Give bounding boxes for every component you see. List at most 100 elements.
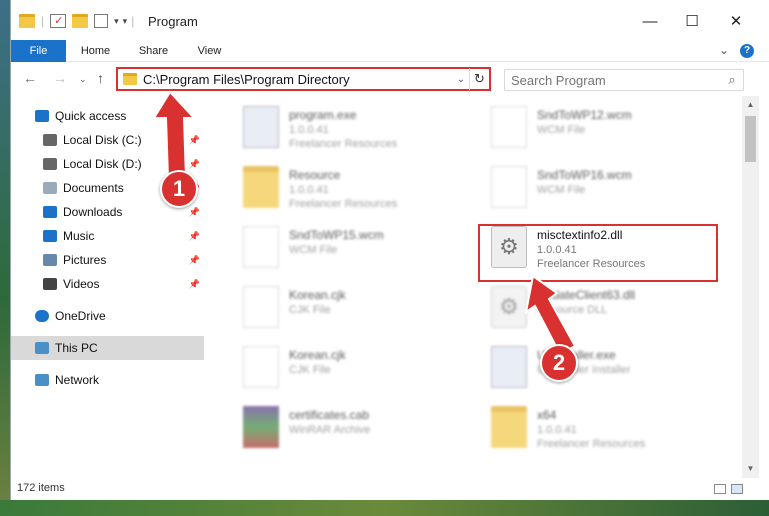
file-name: SndToWP12.wcm	[537, 108, 632, 122]
document-icon	[491, 166, 527, 208]
application-icon	[243, 106, 279, 148]
highlight-box	[478, 224, 718, 282]
file-item[interactable]: SndToWP15.wcm WCM File	[221, 220, 456, 276]
quick-access-toolbar: | ✓ ▾ ▾ |	[19, 12, 134, 30]
sidebar-item-downloads[interactable]: Downloads 📌	[11, 200, 204, 224]
file-detail: WCM File	[537, 184, 586, 196]
sidebar-item-network[interactable]: Network	[11, 368, 204, 392]
sidebar-item-onedrive[interactable]: OneDrive	[11, 304, 204, 328]
file-name: Resource	[289, 168, 341, 182]
application-icon	[491, 346, 527, 388]
sidebar-item-this-pc[interactable]: This PC	[11, 336, 204, 360]
pin-icon[interactable]: 📌	[189, 279, 200, 290]
tiles-view-icon[interactable]	[731, 484, 743, 494]
close-button[interactable]: ✕	[716, 8, 756, 36]
sidebar-item-label: Pictures	[63, 253, 107, 267]
refresh-icon[interactable]: ↻	[469, 68, 489, 90]
scroll-up-icon[interactable]: ▲	[742, 100, 759, 109]
recent-locations-icon[interactable]: ⌄	[79, 74, 87, 85]
scrollbar-thumb[interactable]	[745, 116, 756, 162]
network-icon	[35, 374, 49, 386]
chevron-down-icon[interactable]: ▾	[114, 16, 119, 27]
file-detail: Freelancer Resources	[289, 138, 398, 150]
explorer-window: | ✓ ▾ ▾ | Program — ☐ ✕ File Home Share …	[10, 0, 769, 500]
scroll-down-icon[interactable]: ▼	[742, 464, 759, 473]
file-name: UpdateClient63.dll	[537, 288, 636, 302]
file-item[interactable]: x64 1.0.0.41 Freelancer Resources	[469, 400, 704, 456]
music-icon	[43, 230, 57, 242]
document-icon	[491, 106, 527, 148]
address-path[interactable]: C:\Program Files\Program Directory	[143, 72, 453, 87]
star-icon	[35, 110, 49, 122]
properties-icon[interactable]: ✓	[50, 14, 67, 28]
sidebar-item-local-disk-d[interactable]: Local Disk (D:) 📌	[11, 152, 204, 176]
up-button[interactable]: ↑	[97, 70, 104, 86]
minimize-button[interactable]: —	[630, 8, 670, 36]
sidebar-item-label: OneDrive	[55, 309, 106, 323]
file-detail: WCM File	[537, 124, 586, 136]
file-item[interactable]: Korean.cjk CJK File	[221, 280, 456, 336]
sidebar-item-music[interactable]: Music 📌	[11, 224, 204, 248]
file-detail: Uninstaller Installer	[537, 364, 631, 376]
sidebar-item-label: This PC	[55, 341, 98, 355]
tab-file[interactable]: File	[11, 40, 66, 62]
tab-home[interactable]: Home	[73, 40, 118, 62]
view-options-icon[interactable]	[94, 14, 109, 28]
file-item[interactable]: SndToWP12.wcm WCM File	[469, 100, 704, 156]
file-item[interactable]: program.exe 1.0.0.41 Freelancer Resources	[221, 100, 456, 156]
file-item[interactable]: Uninstaller.exe Uninstaller Installer	[469, 340, 704, 396]
file-name: x64	[537, 408, 557, 422]
expand-ribbon-icon[interactable]: ⌄	[719, 43, 729, 57]
details-view-icon[interactable]	[714, 484, 726, 494]
tab-view[interactable]: View	[187, 40, 232, 62]
title-bar: | ✓ ▾ ▾ | Program — ☐ ✕	[11, 0, 769, 40]
pin-icon[interactable]: 📌	[189, 135, 200, 146]
chevron-down-icon[interactable]: ⌄	[453, 74, 469, 85]
desktop-background	[0, 0, 10, 500]
address-bar[interactable]: C:\Program Files\Program Directory ⌄ ↻	[116, 67, 491, 91]
file-item[interactable]: certificates.cab WinRAR Archive	[221, 400, 456, 456]
file-item[interactable]: Resource 1.0.0.41 Freelancer Resources	[221, 160, 456, 216]
sidebar-item-label: Downloads	[63, 205, 123, 219]
file-name: program.exe	[289, 108, 357, 122]
file-detail: CJK File	[289, 364, 331, 376]
separator: |	[41, 14, 45, 28]
sidebar-item-documents[interactable]: Documents 📌	[11, 176, 204, 200]
file-name: certificates.cab	[289, 408, 370, 422]
forward-button[interactable]: →	[53, 70, 67, 86]
back-button[interactable]: ←	[23, 70, 37, 86]
download-icon	[43, 206, 57, 218]
customize-toolbar-icon[interactable]: ▾	[123, 16, 128, 27]
help-icon[interactable]: ?	[740, 44, 754, 58]
vertical-scrollbar[interactable]: ▲ ▼	[742, 96, 759, 478]
sidebar-item-pictures[interactable]: Pictures 📌	[11, 248, 204, 272]
folder-icon	[19, 14, 35, 28]
pin-icon[interactable]: 📌	[189, 207, 200, 218]
file-item[interactable]: ⚙ UpdateClient63.dll Resource DLL	[469, 280, 704, 336]
pin-icon[interactable]: 📌	[189, 183, 200, 194]
sidebar-item-label: Documents	[63, 181, 124, 195]
new-folder-icon[interactable]	[72, 14, 89, 28]
file-detail: Resource DLL	[537, 304, 608, 316]
ribbon: File Home Share View ⌄ ?	[11, 40, 769, 62]
search-icon[interactable]: ⌕	[721, 72, 743, 88]
sidebar-item-local-disk-c[interactable]: Local Disk (C:) 📌	[11, 128, 204, 152]
documents-icon	[43, 182, 57, 194]
sidebar-item-videos[interactable]: Videos 📌	[11, 272, 204, 296]
file-name: Korean.cjk	[289, 348, 346, 362]
pin-icon[interactable]: 📌	[189, 159, 200, 170]
tab-share[interactable]: Share	[131, 40, 176, 62]
file-item[interactable]: Korean.cjk CJK File	[221, 340, 456, 396]
pin-icon[interactable]: 📌	[189, 255, 200, 266]
desktop-background-bottom	[0, 500, 769, 516]
maximize-button[interactable]: ☐	[672, 8, 712, 36]
file-item[interactable]: SndToWP16.wcm WCM File	[469, 160, 704, 216]
file-detail: Freelancer Resources	[289, 198, 398, 210]
search-box[interactable]: ⌕	[504, 69, 744, 91]
search-input[interactable]	[505, 72, 721, 88]
sidebar-item-quick-access[interactable]: Quick access	[11, 104, 204, 128]
sidebar-item-label: Quick access	[55, 109, 127, 123]
pin-icon[interactable]: 📌	[189, 231, 200, 242]
file-detail: WinRAR Archive	[289, 424, 371, 436]
archive-icon	[243, 406, 279, 448]
